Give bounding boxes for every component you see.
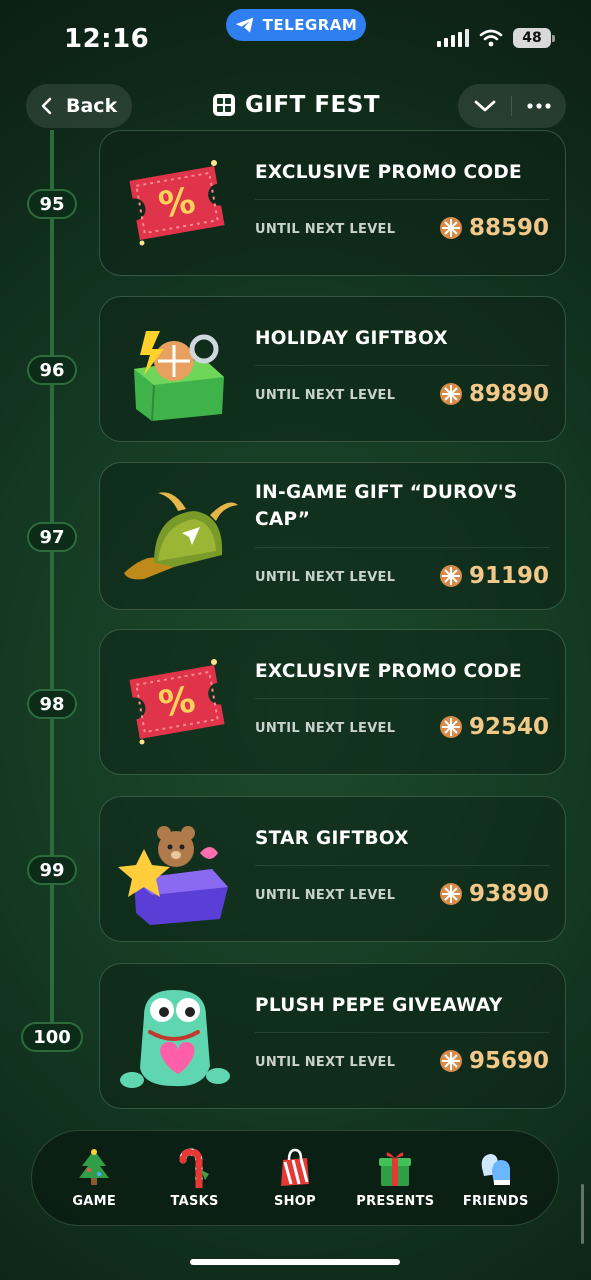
reward-card[interactable]: % EXCLUSIVE PROMO CODE UNTIL NEXT LEVEL … [99, 130, 566, 276]
nav-item-shop[interactable]: SHOP [250, 1148, 340, 1209]
cellular-signal-icon [437, 29, 469, 47]
reward-cost-value: 88590 [468, 215, 549, 241]
header-menu-group [458, 84, 566, 128]
reward-cost: 88590 [439, 215, 549, 241]
level-badge: 95 [27, 189, 77, 219]
wifi-icon [479, 29, 503, 47]
reward-name: STAR GIFTBOX [255, 828, 409, 849]
durov-cap-icon [124, 492, 238, 580]
level-badge: 97 [27, 522, 77, 552]
telegram-plane-icon [235, 17, 253, 33]
reward-cost-value: 92540 [468, 714, 549, 740]
reward-name: EXCLUSIVE PROMO CODE [255, 661, 522, 682]
reward-cost-value: 91190 [468, 563, 549, 589]
chevron-down-icon[interactable] [473, 99, 497, 113]
until-next-level-label: UNTIL NEXT LEVEL [255, 888, 396, 903]
svg-text:%: % [156, 180, 199, 227]
reward-cost: 91190 [439, 563, 549, 589]
gift-fest-logo-icon [212, 94, 235, 116]
reward-cost: 95690 [439, 1048, 549, 1074]
reward-cost-value: 89890 [468, 381, 549, 407]
until-next-level-label: UNTIL NEXT LEVEL [255, 1055, 396, 1070]
until-next-level-label: UNTIL NEXT LEVEL [255, 222, 396, 237]
battery-icon: 48 [513, 28, 555, 48]
until-next-level-label: UNTIL NEXT LEVEL [255, 721, 396, 736]
page-title-text: GIFT FEST [244, 92, 381, 118]
star-giftbox-icon [118, 826, 228, 925]
plush-pepe-icon [120, 990, 230, 1088]
reward-cost: 93890 [439, 881, 549, 907]
reward-card[interactable]: STAR GIFTBOX UNTIL NEXT LEVEL 93890 [99, 796, 566, 942]
reward-cost-value: 93890 [468, 881, 549, 907]
snowflake-cookie-icon [439, 1050, 462, 1072]
holiday-giftbox-icon [134, 331, 224, 422]
level-badge: 98 [27, 689, 77, 719]
christmas-tree-icon [79, 1148, 110, 1185]
level-badge: 99 [27, 855, 77, 885]
telegram-label: TELEGRAM [262, 16, 358, 34]
nav-label: SHOP [273, 1193, 316, 1209]
nav-label: PRESENTS [356, 1193, 435, 1209]
nav-item-tasks[interactable]: TASKS [150, 1147, 240, 1209]
reward-name: HOLIDAY GIFTBOX [255, 328, 448, 349]
snowflake-cookie-icon [439, 883, 462, 905]
telegram-pill[interactable]: TELEGRAM [226, 9, 366, 41]
nav-label: TASKS [170, 1193, 219, 1209]
bottom-nav: GAME TASKS SHOP PRESENTS FRIENDS [31, 1130, 559, 1226]
level-badge: 100 [21, 1022, 83, 1052]
nav-item-friends[interactable]: FRIENDS [451, 1148, 541, 1209]
reward-cost-value: 95690 [468, 1048, 549, 1074]
until-next-level-label: UNTIL NEXT LEVEL [255, 388, 396, 403]
reward-name: EXCLUSIVE PROMO CODE [255, 162, 522, 183]
status-time: 12:16 [64, 24, 150, 54]
nav-item-presents[interactable]: PRESENTS [350, 1148, 440, 1209]
snowflake-cookie-icon [439, 383, 462, 405]
snowflake-cookie-icon [439, 716, 462, 738]
promo-ticket-icon: % [129, 160, 225, 246]
nav-item-game[interactable]: GAME [49, 1148, 139, 1209]
reward-card[interactable]: % EXCLUSIVE PROMO CODE UNTIL NEXT LEVEL … [99, 629, 566, 775]
snowflake-cookie-icon [439, 565, 462, 587]
scroll-indicator[interactable] [581, 1184, 584, 1244]
reward-card[interactable]: HOLIDAY GIFTBOX UNTIL NEXT LEVEL 89890 [99, 296, 566, 442]
until-next-level-label: UNTIL NEXT LEVEL [255, 570, 396, 585]
status-icons: 48 [437, 28, 555, 48]
nav-label: FRIENDS [462, 1193, 529, 1209]
reward-name: IN-GAME GIFT “DUROV'S CAP” [255, 482, 518, 530]
home-indicator[interactable] [190, 1259, 400, 1265]
level-track [50, 130, 54, 1040]
reward-name: PLUSH PEPE GIVEAWAY [255, 995, 503, 1016]
snowflake-cookie-icon [439, 217, 462, 239]
reward-card[interactable]: IN-GAME GIFT “DUROV'S CAP” UNTIL NEXT LE… [99, 462, 566, 610]
nav-label: GAME [72, 1193, 117, 1209]
gift-icon [379, 1151, 412, 1186]
header: Back GIFT FEST [0, 84, 591, 130]
promo-ticket-icon: % [129, 659, 225, 745]
reward-card[interactable]: PLUSH PEPE GIVEAWAY UNTIL NEXT LEVEL 956… [99, 963, 566, 1109]
reward-cost: 89890 [439, 381, 549, 407]
level-badge: 96 [27, 355, 77, 385]
shopping-bag-icon [280, 1148, 309, 1186]
status-bar: 12:16 TELEGRAM 48 [0, 0, 591, 72]
mittens-icon [481, 1153, 510, 1185]
reward-cost: 92540 [439, 714, 549, 740]
candy-cane-icon [179, 1147, 209, 1188]
more-options-icon[interactable] [527, 103, 551, 109]
svg-text:%: % [156, 679, 199, 726]
